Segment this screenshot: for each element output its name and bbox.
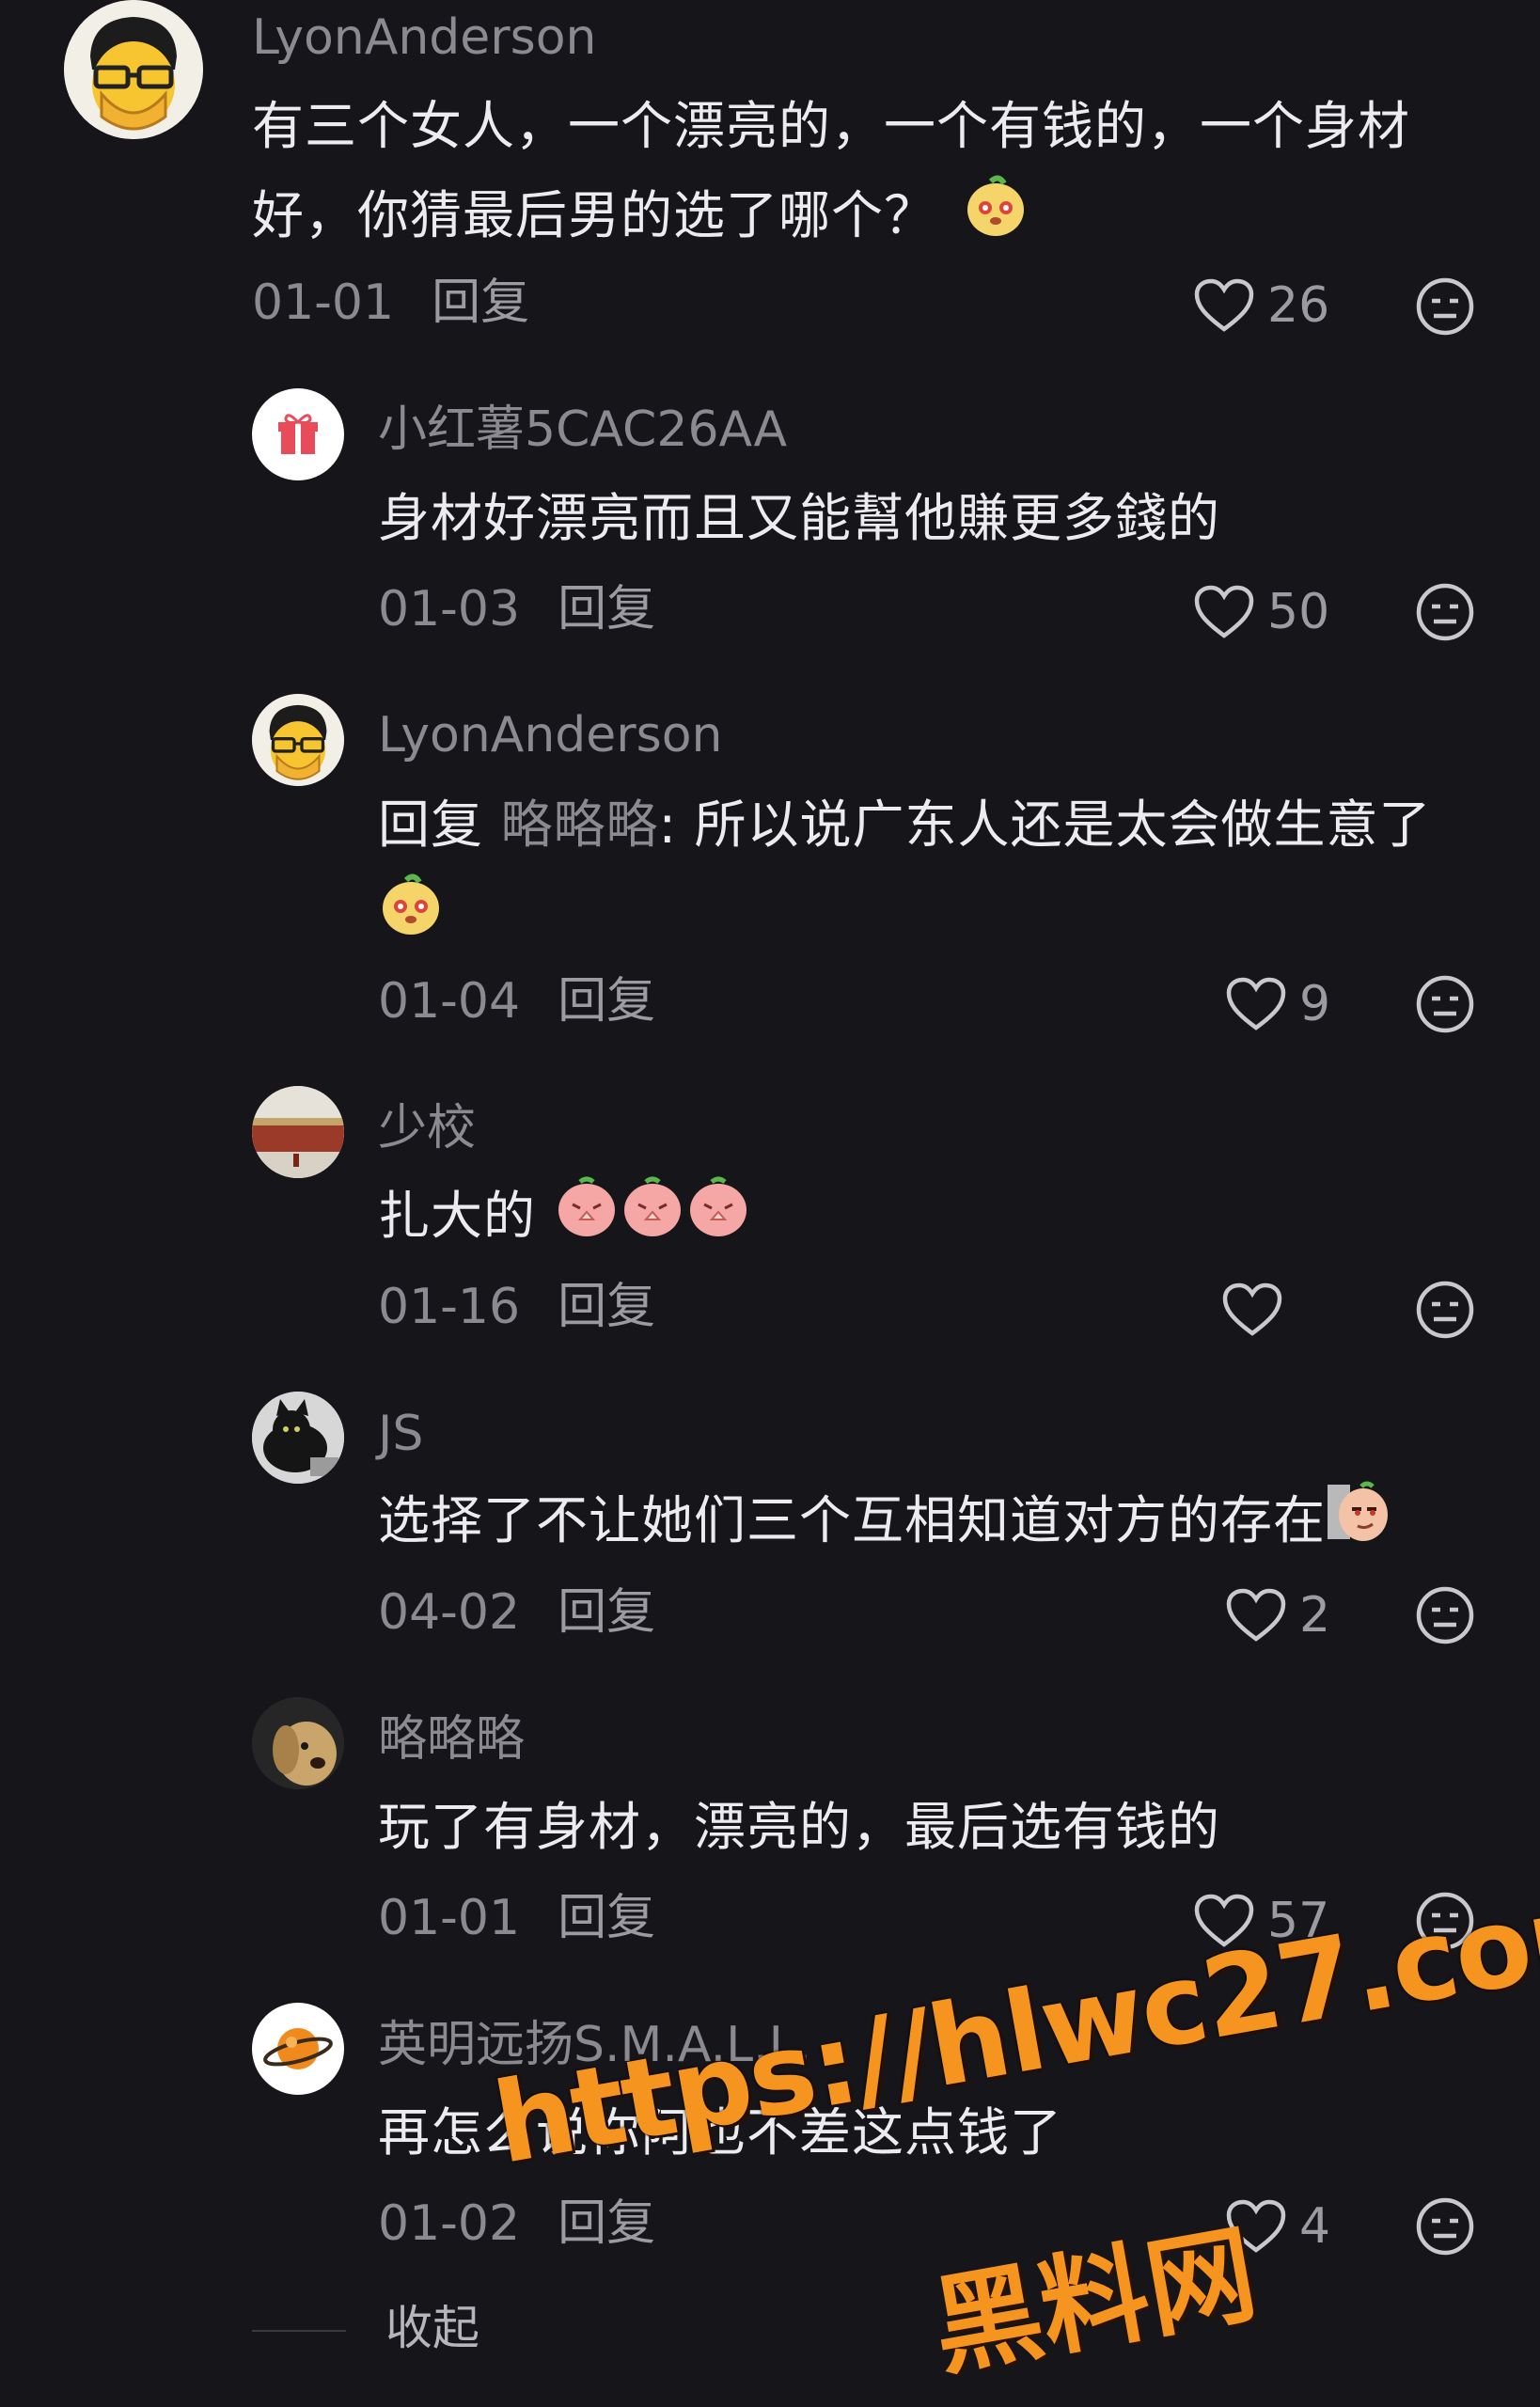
- username[interactable]: 少校: [378, 1100, 476, 1156]
- avatar[interactable]: [252, 694, 344, 786]
- like-count: 26: [1267, 277, 1330, 334]
- collapse-divider: [252, 2330, 346, 2332]
- comment-meta: 01-03 回复: [378, 581, 655, 637]
- black-cat-avatar-icon: [252, 1392, 344, 1484]
- like-button[interactable]: 9: [1226, 971, 1330, 1037]
- like-button[interactable]: 26: [1194, 273, 1329, 338]
- avatar[interactable]: [252, 388, 344, 480]
- comment-text-body: 有三个女人，一个漂亮的，一个有钱的，一个身材好，你猜最后男的选了哪个？: [252, 96, 1411, 245]
- like-button[interactable]: 4: [1226, 2194, 1330, 2259]
- avatar[interactable]: [252, 1392, 344, 1484]
- comment-meta: 01-16 回复: [378, 1279, 655, 1335]
- username[interactable]: 略略略: [378, 1711, 525, 1768]
- cartoon-glasses-avatar-icon: [64, 0, 203, 139]
- reply-button[interactable]: 回复: [558, 1584, 655, 1641]
- heart-icon: [1226, 977, 1286, 1030]
- dislike-face-icon[interactable]: [1415, 2196, 1475, 2257]
- watermark-site-name: 黑料网: [923, 2210, 1265, 2392]
- comment-text: 玩了有身材，漂亮的，最后选有钱的: [378, 1797, 1221, 1857]
- reply-to-username[interactable]: 略略略: [501, 794, 659, 855]
- comment-meta: 01-01 回复: [378, 1890, 655, 1946]
- comment-date: 01-16: [378, 1279, 521, 1335]
- comment-text: 身材好漂亮而且又能幫他賺更多錢的: [378, 488, 1221, 548]
- comment-text-body: 扎大的: [378, 1186, 537, 1246]
- dog-avatar-icon: [252, 1697, 344, 1789]
- comment-meta: 04-02 回复: [378, 1584, 655, 1641]
- like-count: 4: [1299, 2198, 1331, 2255]
- praying-face-emoji-icon: [554, 1172, 620, 1266]
- praying-face-emoji-icon: [620, 1172, 685, 1266]
- reply-button[interactable]: 回复: [558, 1279, 655, 1335]
- comment-text: 再怎么说你阿也不差这点钱了: [378, 2102, 1063, 2163]
- heart-icon: [1194, 585, 1254, 638]
- username[interactable]: JS: [378, 1406, 423, 1462]
- smirk-face-emoji-icon: [1326, 1477, 1391, 1570]
- gift-avatar-icon: [278, 414, 318, 454]
- smiling-face-emoji-icon: [963, 172, 1029, 265]
- palace-photo-avatar-icon: [252, 1086, 344, 1178]
- username[interactable]: 英明远扬S.M.A.L.L.: [378, 2017, 811, 2073]
- like-button[interactable]: 57: [1194, 1888, 1329, 1954]
- dislike-face-icon[interactable]: [1415, 974, 1475, 1034]
- dislike-face-icon[interactable]: [1415, 1280, 1475, 1340]
- reply-prefix: 回复: [378, 794, 484, 855]
- like-button[interactable]: [1222, 1277, 1282, 1343]
- username[interactable]: LyonAnderson: [252, 9, 597, 66]
- like-count: 9: [1299, 976, 1331, 1032]
- dislike-face-icon[interactable]: [1415, 1585, 1475, 1645]
- like-count: 2: [1299, 1587, 1331, 1644]
- heart-icon: [1226, 1588, 1286, 1642]
- avatar[interactable]: [64, 0, 203, 139]
- comment-meta: 01-04 回复: [378, 973, 655, 1030]
- comment-date: 01-02: [378, 2195, 521, 2252]
- dislike-face-icon[interactable]: [1415, 1891, 1475, 1951]
- like-count: 57: [1267, 1893, 1330, 1949]
- comment-text: 回复 略略略: 所以说广东人还是太会做生意了: [378, 780, 1469, 964]
- cartoon-glasses-avatar-icon: [252, 694, 344, 786]
- heart-icon: [1226, 2199, 1286, 2253]
- comment-text-body: 选择了不让她们三个互相知道对方的存在: [378, 1490, 1327, 1550]
- heart-icon: [1194, 1894, 1254, 1947]
- planet-avatar-icon: [263, 2028, 333, 2069]
- comment-date: 04-02: [378, 1584, 521, 1641]
- avatar[interactable]: [252, 1086, 344, 1178]
- collapse-replies-button[interactable]: 收起: [385, 2300, 479, 2356]
- reply-button[interactable]: 回复: [558, 2195, 655, 2252]
- heart-icon: [1222, 1282, 1282, 1336]
- like-button[interactable]: 2: [1226, 1582, 1330, 1648]
- avatar[interactable]: [252, 2003, 344, 2095]
- reply-button[interactable]: 回复: [432, 275, 529, 331]
- comment-date: 01-03: [378, 581, 521, 637]
- praying-face-emoji-icon: [685, 1172, 751, 1266]
- username[interactable]: 小红薯5CAC26AA: [378, 401, 787, 458]
- comment-text-body: : 所以说广东人还是太会做生意了: [658, 794, 1432, 855]
- reply-button[interactable]: 回复: [558, 581, 655, 637]
- username[interactable]: LyonAnderson: [378, 707, 723, 763]
- heart-icon: [1194, 278, 1254, 332]
- reply-button[interactable]: 回复: [558, 973, 655, 1030]
- dislike-face-icon[interactable]: [1415, 276, 1475, 337]
- comment-meta: 01-02 回复: [378, 2195, 655, 2252]
- smiling-face-emoji-icon: [378, 871, 444, 964]
- comment-text: 扎大的: [378, 1172, 1540, 1266]
- comment-text: 选择了不让她们三个互相知道对方的存在: [378, 1476, 1506, 1570]
- comment-date: 01-01: [252, 275, 395, 331]
- dislike-face-icon[interactable]: [1415, 582, 1475, 642]
- avatar[interactable]: [252, 1697, 344, 1789]
- comment-date: 01-04: [378, 973, 521, 1030]
- like-count: 50: [1267, 584, 1330, 640]
- comment-date: 01-01: [378, 1890, 521, 1946]
- comment-meta: 01-01 回复: [252, 275, 529, 331]
- like-button[interactable]: 50: [1194, 579, 1329, 645]
- comment-text: 有三个女人，一个漂亮的，一个有钱的，一个身材好，你猜最后男的选了哪个？: [252, 82, 1474, 265]
- reply-button[interactable]: 回复: [558, 1890, 655, 1946]
